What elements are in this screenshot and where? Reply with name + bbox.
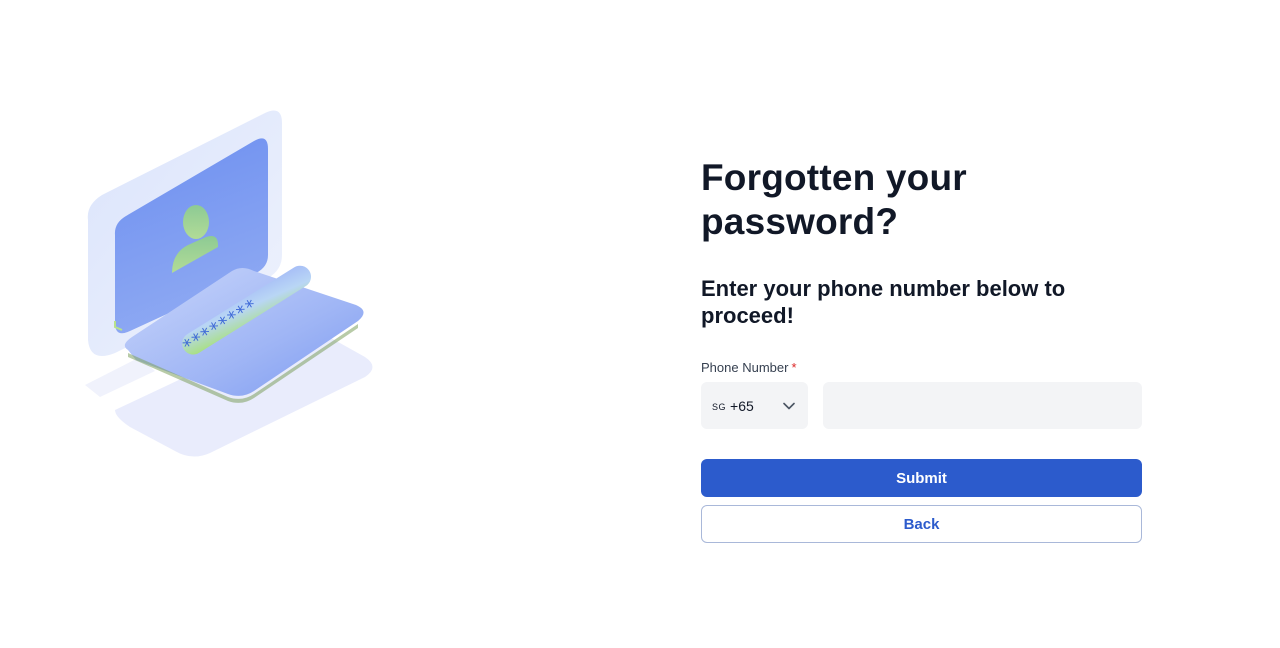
- submit-button[interactable]: Submit: [701, 459, 1142, 497]
- country-code: SG: [712, 401, 727, 412]
- forgot-password-form: Forgotten your password? Enter your phone…: [701, 156, 1142, 543]
- chevron-down-icon: [782, 399, 796, 413]
- title-line-2: password?: [701, 201, 899, 242]
- forgot-password-page: ******** Forgotten your password? Enter y…: [0, 0, 1280, 648]
- country-code-select[interactable]: SG +65: [701, 382, 808, 429]
- page-title: Forgotten your password?: [701, 156, 1142, 244]
- required-asterisk: *: [791, 360, 797, 375]
- phone-number-label: Phone Number *: [701, 360, 1142, 376]
- phone-number-input[interactable]: [823, 382, 1142, 429]
- phone-label-text: Phone Number: [701, 360, 789, 375]
- back-button[interactable]: Back: [701, 505, 1142, 543]
- dial-code: +65: [730, 397, 754, 414]
- phone-input-row: SG +65: [701, 382, 1142, 429]
- page-subtitle: Enter your phone number below to proceed…: [701, 276, 1066, 328]
- laptop-login-illustration: ********: [85, 110, 373, 457]
- title-line-1: Forgotten your: [701, 157, 967, 198]
- user-avatar-icon: [183, 205, 209, 239]
